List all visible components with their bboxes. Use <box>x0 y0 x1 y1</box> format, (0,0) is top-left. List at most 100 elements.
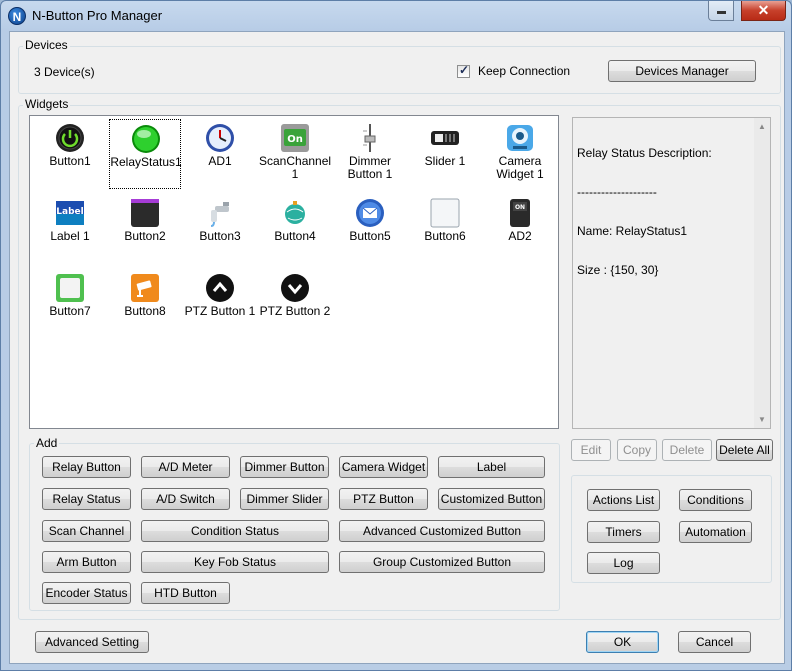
add-arm-button[interactable]: Arm Button <box>42 551 131 573</box>
add-relay-status-button[interactable]: Relay Status <box>42 488 131 510</box>
scroll-up-icon[interactable]: ▲ <box>758 122 766 131</box>
description-name: Name: RelayStatus1 <box>577 224 688 238</box>
dialog-client-area: Devices 3 Device(s) ✓ Keep Connection De… <box>9 31 785 664</box>
add-group-label: Add <box>34 436 60 450</box>
add-label-button[interactable]: Label <box>438 456 545 478</box>
widget-label: Dimmer Button 1 <box>347 154 393 181</box>
close-icon: ✕ <box>757 2 770 18</box>
keep-connection-checkbox[interactable]: ✓ <box>457 63 470 78</box>
add-htd-button[interactable]: HTD Button <box>141 582 230 604</box>
add-group-customized-button[interactable]: Group Customized Button <box>339 551 545 573</box>
widget-item[interactable]: Label Label 1 <box>34 194 106 264</box>
icon-glyph-text: ON <box>515 204 525 211</box>
widgets-group: Widgets Button1 RelayStatus1 AD1 On ScanChan… <box>18 97 781 620</box>
add-scan-channel-button[interactable]: Scan Channel <box>42 520 131 542</box>
keep-connection-label: Keep Connection <box>478 64 571 78</box>
close-button[interactable]: ✕ <box>741 1 786 21</box>
widget-item[interactable]: Button8 <box>109 269 181 339</box>
widget-label: Button6 <box>424 229 466 243</box>
mail-icon <box>355 198 385 228</box>
add-dimmer-button[interactable]: Dimmer Button <box>240 456 329 478</box>
add-camera-widget-button[interactable]: Camera Widget <box>339 456 428 478</box>
add-encoder-status-button[interactable]: Encoder Status <box>42 582 131 604</box>
widget-item[interactable]: Button1 <box>34 119 106 189</box>
add-ad-meter-button[interactable]: A/D Meter <box>141 456 230 478</box>
widget-item[interactable]: Slider 1 <box>409 119 481 189</box>
widget-label: ScanChannel 1 <box>259 154 332 181</box>
add-group: Add Relay Button A/D Meter Dimmer Button… <box>29 436 560 611</box>
widget-list[interactable]: Button1 RelayStatus1 AD1 On ScanChannel 1 Dim… <box>29 115 559 429</box>
slider-icon <box>430 123 460 153</box>
chevron-down-icon <box>280 273 310 303</box>
green-frame-icon <box>55 273 85 303</box>
add-advanced-customized-button[interactable]: Advanced Customized Button <box>339 520 545 542</box>
widget-item[interactable]: Button6 <box>409 194 481 264</box>
widget-label: Button7 <box>49 304 91 318</box>
widget-item[interactable]: Button3 <box>184 194 256 264</box>
app-logo-icon: N <box>8 7 26 25</box>
widget-item[interactable]: PTZ Button 1 <box>184 269 256 339</box>
widget-item[interactable]: AD1 <box>184 119 256 189</box>
conditions-button[interactable]: Conditions <box>679 489 752 511</box>
chevron-up-icon <box>205 273 235 303</box>
description-scrollbar[interactable]: ▲ ▼ <box>754 118 770 428</box>
widget-item[interactable]: On ScanChannel 1 <box>259 119 331 189</box>
description-panel: Relay Status Description: --------------… <box>572 117 771 429</box>
blank-square-icon <box>430 198 460 228</box>
log-button[interactable]: Log <box>587 552 660 574</box>
globe-icon <box>280 198 310 228</box>
widget-item[interactable]: Camera Widget 1 <box>484 119 556 189</box>
add-condition-status-button[interactable]: Condition Status <box>141 520 329 542</box>
delete-button[interactable]: Delete <box>662 439 712 461</box>
widget-label: RelayStatus1 <box>110 155 182 169</box>
widget-item[interactable]: ON AD2 <box>484 194 556 264</box>
title-bar[interactable]: N N-Button Pro Manager ✕ <box>1 1 791 31</box>
scroll-down-icon[interactable]: ▼ <box>758 415 766 424</box>
automation-button[interactable]: Automation <box>679 521 752 543</box>
widget-item[interactable]: Button2 <box>109 194 181 264</box>
widget-item[interactable]: PTZ Button 2 <box>259 269 331 339</box>
toggle-on-icon: ON <box>505 198 535 228</box>
widget-label: AD2 <box>508 229 532 243</box>
widget-label: Slider 1 <box>424 154 466 168</box>
widget-item[interactable]: Button5 <box>334 194 406 264</box>
dimmer-fader-icon <box>355 123 385 153</box>
add-relay-button[interactable]: Relay Button <box>42 456 131 478</box>
copy-button[interactable]: Copy <box>617 439 657 461</box>
faucet-icon <box>205 198 235 228</box>
power-button-icon <box>55 123 85 153</box>
minimize-button[interactable] <box>708 1 734 21</box>
timers-button[interactable]: Timers <box>587 521 660 543</box>
clock-gauge-icon <box>205 123 235 153</box>
add-ptz-button[interactable]: PTZ Button <box>339 488 428 510</box>
advanced-setting-button[interactable]: Advanced Setting <box>35 631 149 653</box>
description-text: Relay Status Description: --------------… <box>577 121 712 303</box>
icon-glyph-text: Label <box>56 207 83 217</box>
widget-item[interactable]: Dimmer Button 1 <box>334 119 406 189</box>
widget-item[interactable]: Button4 <box>259 194 331 264</box>
main-window: N N-Button Pro Manager ✕ Devices 3 Devic… <box>0 0 792 671</box>
add-ad-switch-button[interactable]: A/D Switch <box>141 488 230 510</box>
edit-button[interactable]: Edit <box>571 439 611 461</box>
dark-panel-icon <box>130 198 160 228</box>
actions-list-button[interactable]: Actions List <box>587 489 660 511</box>
delete-all-button[interactable]: Delete All <box>716 439 773 461</box>
devices-manager-button[interactable]: Devices Manager <box>608 60 756 82</box>
widget-label: Camera Widget 1 <box>496 154 544 181</box>
add-customized-button[interactable]: Customized Button <box>438 488 545 510</box>
cancel-button[interactable]: Cancel <box>678 631 751 653</box>
widgets-group-label: Widgets <box>23 97 71 111</box>
widget-label: Label 1 <box>50 229 90 243</box>
description-divider: -------------------- <box>577 185 657 199</box>
ok-button[interactable]: OK <box>586 631 659 653</box>
widget-label: Button2 <box>124 229 166 243</box>
minimize-icon <box>717 11 726 14</box>
webcam-icon <box>505 123 535 153</box>
widget-label: Button1 <box>49 154 91 168</box>
devices-group: Devices 3 Device(s) ✓ Keep Connection De… <box>18 38 781 94</box>
widget-item[interactable]: Button7 <box>34 269 106 339</box>
widget-item[interactable]: RelayStatus1 <box>109 119 182 189</box>
add-key-fob-status-button[interactable]: Key Fob Status <box>141 551 329 573</box>
cctv-camera-icon <box>130 273 160 303</box>
add-dimmer-slider-button[interactable]: Dimmer Slider <box>240 488 329 510</box>
